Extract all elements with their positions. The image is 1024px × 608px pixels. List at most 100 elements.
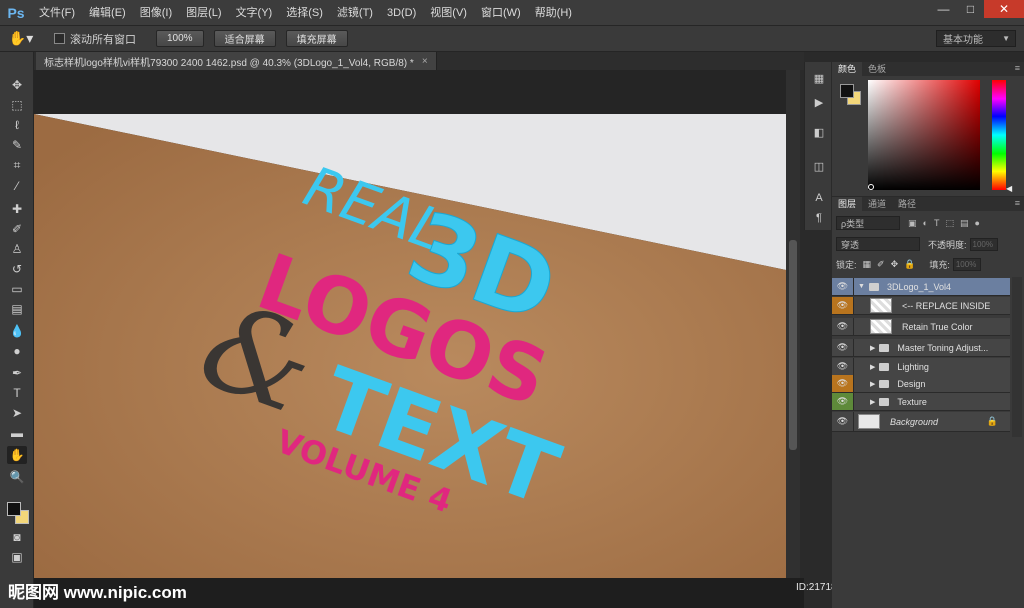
- document-canvas[interactable]: REAL 3D LOGOS & TEXT VOLUME 4: [34, 70, 786, 578]
- properties-icon[interactable]: ◧: [810, 124, 828, 140]
- lock-all-icon[interactable]: 🔒: [904, 259, 915, 270]
- panel-menu-icon[interactable]: ≡: [1015, 63, 1020, 73]
- layer-row[interactable]: 👁 ▶ Texture: [832, 393, 1010, 411]
- expand-triangle-icon[interactable]: ▶: [870, 380, 875, 388]
- restore-button[interactable]: □: [957, 0, 984, 18]
- gradient-tool-icon[interactable]: ▤: [7, 300, 27, 318]
- fit-screen-button[interactable]: 适合屏幕: [213, 30, 276, 47]
- path-select-tool-icon[interactable]: ➤: [7, 404, 27, 422]
- eye-icon[interactable]: 👁: [832, 297, 854, 314]
- hue-slider-marker-icon[interactable]: ◀: [1006, 184, 1012, 193]
- layer-row[interactable]: 👁 ▶ Design: [832, 375, 1010, 393]
- scrollbar-thumb[interactable]: [789, 240, 797, 450]
- menu-3d[interactable]: 3D(D): [380, 0, 423, 26]
- eye-icon[interactable]: 👁: [832, 412, 854, 431]
- menu-file[interactable]: 文件(F): [32, 0, 82, 26]
- character-icon[interactable]: A: [810, 190, 828, 206]
- zoom-100-button[interactable]: 100%: [156, 30, 204, 47]
- foreground-color-swatch[interactable]: [7, 502, 21, 516]
- saturation-brightness-field[interactable]: [868, 80, 980, 190]
- shape-tool-icon[interactable]: ▬: [7, 424, 27, 442]
- dodge-tool-icon[interactable]: ●: [7, 342, 27, 360]
- marquee-tool-icon[interactable]: ⬚: [7, 96, 27, 114]
- lock-pixels-icon[interactable]: ✐: [877, 259, 885, 270]
- filter-shape-icon[interactable]: ⬚: [945, 218, 954, 229]
- hue-slider[interactable]: [992, 80, 1006, 190]
- menu-window[interactable]: 窗口(W): [474, 0, 528, 26]
- minimize-button[interactable]: —: [930, 0, 957, 18]
- fill-input[interactable]: 100%: [952, 257, 981, 271]
- scroll-all-windows-option[interactable]: 滚动所有窗口: [54, 31, 136, 47]
- menu-view[interactable]: 视图(V): [423, 0, 474, 26]
- quick-select-tool-icon[interactable]: ✎: [7, 136, 27, 154]
- eye-icon[interactable]: 👁: [832, 318, 854, 335]
- menu-edit[interactable]: 编辑(E): [82, 0, 133, 26]
- expand-triangle-icon[interactable]: ▶: [870, 344, 875, 352]
- quick-mask-icon[interactable]: ◙: [7, 528, 27, 546]
- paragraph-icon[interactable]: ¶: [810, 210, 828, 226]
- eyedropper-tool-icon[interactable]: ⁄: [7, 177, 27, 195]
- menu-help[interactable]: 帮助(H): [528, 0, 579, 26]
- close-icon[interactable]: ×: [422, 56, 428, 67]
- lock-position-icon[interactable]: ✥: [891, 259, 899, 270]
- move-tool-icon[interactable]: ✥: [7, 76, 27, 94]
- canvas-vertical-scrollbar[interactable]: [786, 70, 800, 578]
- actions-play-icon[interactable]: ▶: [810, 94, 828, 110]
- layer-filter-select[interactable]: ρ类型: [836, 216, 900, 230]
- opacity-input[interactable]: 100%: [969, 237, 998, 251]
- expand-triangle-icon[interactable]: ▶: [870, 363, 875, 371]
- menu-select[interactable]: 选择(S): [279, 0, 330, 26]
- eye-icon[interactable]: 👁: [832, 339, 854, 356]
- menu-layer[interactable]: 图层(L): [179, 0, 228, 26]
- lasso-tool-icon[interactable]: ℓ: [7, 116, 27, 134]
- layer-row[interactable]: 👁 ▶ Master Toning Adjust...: [832, 339, 1010, 357]
- filter-adjustment-icon[interactable]: ◐: [923, 218, 928, 229]
- healing-brush-tool-icon[interactable]: ✚: [7, 200, 27, 218]
- hand-tool-icon[interactable]: ✋: [7, 446, 27, 464]
- hand-tool-preset-icon[interactable]: ✋▾: [0, 30, 42, 47]
- panel-foreground-swatch[interactable]: [840, 84, 854, 98]
- tab-channels[interactable]: 通道: [862, 197, 892, 211]
- tab-color[interactable]: 颜色: [832, 62, 863, 76]
- screen-mode-icon[interactable]: ▣: [7, 548, 27, 566]
- expand-triangle-icon[interactable]: ▼: [858, 283, 865, 290]
- panel-menu-icon[interactable]: ≡: [1015, 198, 1020, 208]
- scroll-all-checkbox[interactable]: [54, 33, 65, 44]
- layer-row[interactable]: 👁 ▶ Lighting: [832, 358, 1010, 376]
- menu-type[interactable]: 文字(Y): [229, 0, 280, 26]
- brush-tool-icon[interactable]: ✐: [7, 220, 27, 238]
- layers-scrollbar[interactable]: [1012, 277, 1022, 437]
- layer-row[interactable]: 👁 Retain True Color: [832, 318, 1010, 336]
- clone-stamp-tool-icon[interactable]: ♙: [7, 240, 27, 258]
- eye-icon[interactable]: 👁: [832, 375, 854, 392]
- tab-paths[interactable]: 路径: [892, 197, 922, 211]
- eye-icon[interactable]: 👁: [832, 358, 854, 375]
- expand-triangle-icon[interactable]: ▶: [870, 398, 875, 406]
- tab-layers[interactable]: 图层: [832, 197, 863, 211]
- filter-pixel-icon[interactable]: ▣: [908, 218, 917, 229]
- filter-type-icon[interactable]: T: [934, 218, 940, 229]
- layer-row[interactable]: 👁 Background 🔒: [832, 412, 1010, 432]
- filter-toggle-icon[interactable]: ●: [974, 218, 979, 229]
- crop-tool-icon[interactable]: ⌗: [7, 156, 27, 174]
- history-icon[interactable]: ▦: [810, 70, 828, 86]
- layer-row[interactable]: 👁 ▼ 3DLogo_1_Vol4: [832, 278, 1010, 296]
- type-tool-icon[interactable]: T: [7, 384, 27, 402]
- color-picker-marker[interactable]: [868, 184, 874, 190]
- adjustments-icon[interactable]: ◫: [810, 158, 828, 174]
- eye-icon[interactable]: 👁: [832, 393, 854, 410]
- pen-tool-icon[interactable]: ✒: [7, 364, 27, 382]
- menu-filter[interactable]: 滤镜(T): [330, 0, 380, 26]
- close-button[interactable]: ✕: [984, 0, 1024, 18]
- menu-image[interactable]: 图像(I): [133, 0, 179, 26]
- layer-row[interactable]: 👁 <-- REPLACE INSIDE: [832, 297, 1010, 315]
- tab-swatches[interactable]: 色板: [862, 62, 892, 76]
- document-tab[interactable]: 标志样机logo样机vi样机79300 2400 1462.psd @ 40.3…: [36, 52, 437, 70]
- zoom-tool-icon[interactable]: 🔍: [7, 468, 27, 486]
- blur-tool-icon[interactable]: 💧: [7, 322, 27, 340]
- fill-screen-button[interactable]: 填充屏幕: [285, 30, 348, 47]
- filter-smart-object-icon[interactable]: ▤: [960, 218, 969, 229]
- lock-transparent-icon[interactable]: ▦: [863, 259, 872, 270]
- blend-mode-select[interactable]: 穿透: [836, 237, 920, 251]
- history-brush-tool-icon[interactable]: ↺: [7, 260, 27, 278]
